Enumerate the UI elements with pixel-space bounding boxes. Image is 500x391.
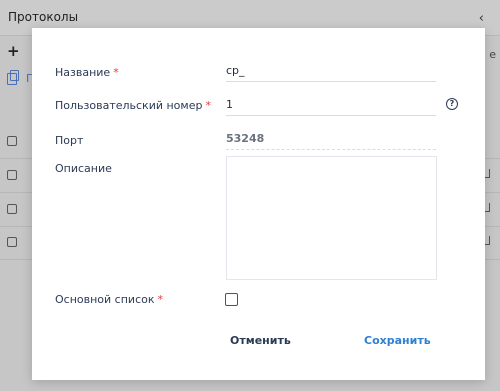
name-input[interactable]: cp_ — [226, 60, 436, 82]
required-marker: * — [113, 66, 119, 79]
row-checkbox[interactable] — [7, 204, 17, 214]
description-textarea[interactable] — [226, 156, 437, 280]
name-label: Название * — [55, 66, 119, 79]
required-marker: * — [205, 99, 211, 112]
required-marker: * — [157, 293, 164, 306]
row-checkbox[interactable] — [7, 136, 17, 146]
protocol-dialog: Название * cp_ Пользовательский номер * 1 … — [32, 28, 485, 380]
port-field: 53248 — [226, 128, 436, 150]
row-checkbox[interactable] — [7, 237, 17, 247]
save-button[interactable]: Сохранить — [364, 334, 431, 347]
help-icon[interactable]: ? — [446, 98, 458, 110]
description-label: Описание — [55, 162, 112, 175]
collapse-chevron-icon[interactable]: ‹ — [479, 11, 484, 26]
copy-icon[interactable] — [7, 70, 19, 85]
add-icon[interactable]: + — [7, 42, 20, 60]
toolbar-right-icon[interactable]: e — [489, 48, 496, 61]
user-number-input[interactable]: 1 — [226, 94, 436, 116]
cancel-button[interactable]: Отменить — [230, 334, 291, 347]
port-label: Порт — [55, 134, 84, 147]
page-title: Протоколы — [8, 10, 79, 24]
main-list-label: Основной список * — [55, 293, 163, 306]
main-list-checkbox[interactable] — [225, 293, 238, 306]
row-checkbox[interactable] — [7, 170, 17, 180]
user-number-label: Пользовательский номер * — [55, 99, 211, 112]
